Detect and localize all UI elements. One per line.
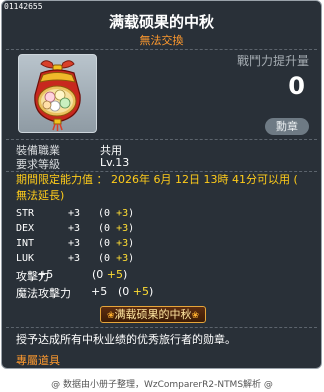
stat-attack: 攻擊力 +5 (0 +5) [16, 268, 127, 284]
stat-total: +5 [91, 285, 108, 298]
stat-magic-attack: 魔法攻擊力 +5 (0 +5) [16, 285, 153, 301]
medal-name-badge: ❀满载硕果的中秋❀ [100, 306, 206, 323]
stat-breakdown: (0 +3) [98, 238, 135, 249]
stat-total: +3 [68, 208, 81, 219]
ornament-icon: ❀ [106, 311, 115, 321]
level-label: 要求等級 [16, 158, 60, 171]
stat-int: INT +3 (0 +3) [16, 238, 134, 249]
period-line-1: 期間限定能力值 ： 2026年 6月 12日 13時 41分可以用 ( [16, 173, 298, 186]
stat-breakdown: (0 +5) [92, 268, 128, 281]
ornament-icon: ❀ [191, 311, 200, 321]
divider [6, 139, 317, 140]
level-value: Lv.13 [100, 156, 130, 169]
stat-total: +5 [37, 268, 54, 281]
trade-status: 無法交換 [139, 34, 184, 47]
mooncake-gift-bag-icon [34, 60, 81, 131]
stat-total: +3 [68, 223, 81, 234]
stat-breakdown: (0 +3) [98, 208, 135, 219]
stat-breakdown: (0 +5) [118, 285, 154, 298]
stat-breakdown: (0 +3) [98, 253, 135, 264]
stat-breakdown: (0 +3) [98, 223, 135, 234]
item-description: 授予达成所有中秋业绩的优秀旅行者的勋章。 [16, 333, 236, 346]
period-line-2: 無法延長) [16, 189, 65, 202]
combat-power-value: 0 [288, 72, 305, 100]
divider [6, 327, 317, 328]
stat-name: LUK [16, 253, 35, 264]
stat-name: INT [16, 238, 35, 249]
medal-name-text: 满载硕果的中秋 [114, 308, 192, 321]
stat-total: +3 [68, 238, 81, 249]
item-name: 满载硕果的中秋 [108, 13, 214, 31]
divider [6, 49, 317, 50]
footer-credit: @ 数据由小册子整理，WzComparerR2-NTMS解析 @ [51, 380, 273, 390]
stat-dex: DEX +3 (0 +3) [16, 223, 134, 234]
stat-name: DEX [16, 223, 35, 234]
stat-name: 魔法攻擊力 [16, 287, 71, 300]
exclusive-item-tag: 專屬道具 [16, 354, 60, 367]
period-limit: 期間限定能力值 ： 2026年 6月 12日 13時 41分可以用 ( 無法延長… [16, 172, 314, 204]
stat-total: +3 [68, 253, 81, 264]
combat-power-label: 戰鬥力提升量 [236, 54, 309, 68]
serial-number: 01142655 [4, 2, 43, 11]
stat-name: STR [16, 208, 35, 219]
item-icon-frame [18, 54, 97, 133]
stat-luk: LUK +3 (0 +3) [16, 253, 134, 264]
medal-button[interactable]: 勳章 [265, 118, 309, 135]
stat-str: STR +3 (0 +3) [16, 208, 134, 219]
item-tooltip: 01142655 满载硕果的中秋 無法交換 戰鬥力提升量 0 勳章 裝備職業 共… [1, 0, 322, 369]
